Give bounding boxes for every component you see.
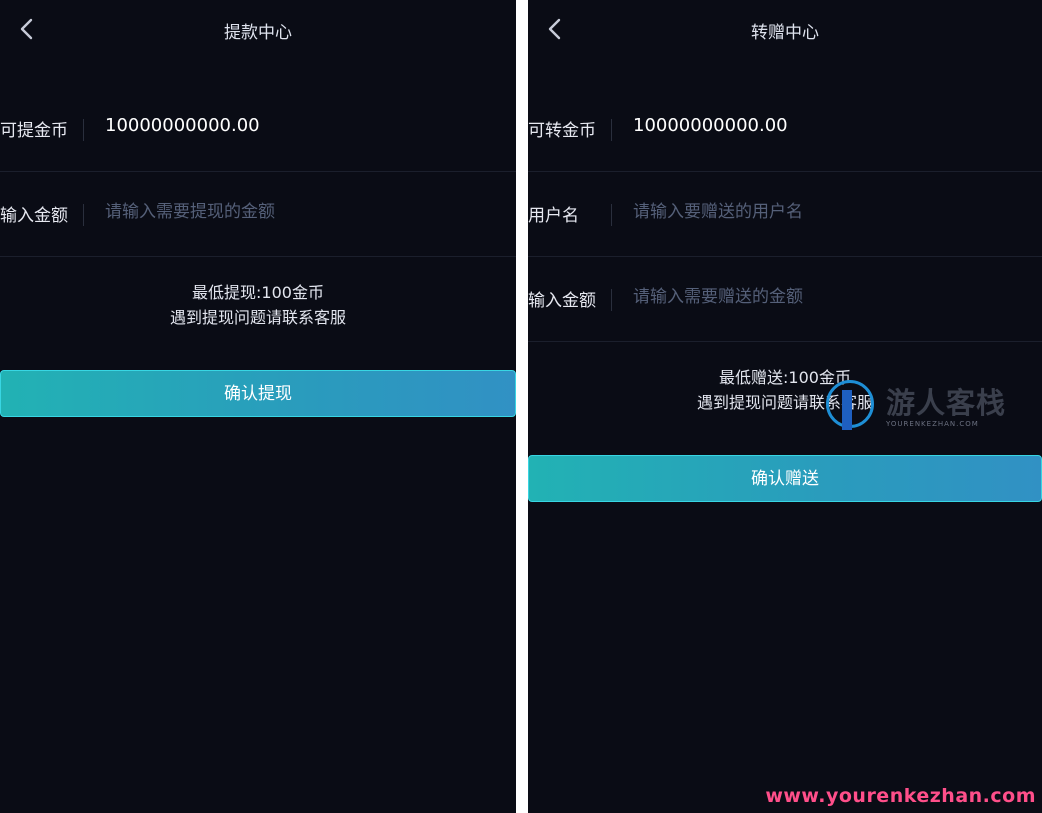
withdraw-amount-row: 输入金额 — [0, 171, 516, 257]
transfer-amount-input[interactable] — [633, 282, 1013, 312]
username-input[interactable] — [633, 197, 1013, 227]
watermark-logo: 游人客栈 YOURENKEZHAN.COM — [826, 378, 1026, 438]
transfer-amount-row: 输入金额 — [528, 256, 1042, 342]
confirm-withdraw-button[interactable]: 确认提现 — [0, 370, 516, 417]
contact-support-note: 遇到提现问题请联系客服 — [169, 308, 346, 327]
watermark-sub: YOURENKEZHAN.COM — [886, 420, 979, 428]
confirm-transfer-button[interactable]: 确认赠送 — [528, 455, 1042, 502]
row-divider — [611, 289, 612, 311]
row-divider — [83, 119, 84, 141]
withdraw-amount-input[interactable] — [105, 197, 485, 227]
available-coins-label: 可提金币 — [0, 121, 68, 141]
transferable-coins-row: 可转金币 10000000000.00 — [528, 86, 1042, 172]
available-coins-value: 10000000000.00 — [105, 115, 260, 136]
page-title: 提款中心 — [224, 23, 292, 43]
transfer-header: 转赠中心 — [528, 0, 1042, 58]
page-title: 转赠中心 — [751, 23, 819, 43]
row-divider — [611, 204, 612, 226]
watermark-brand: 游人客栈 — [886, 386, 1007, 420]
row-divider — [611, 119, 612, 141]
transferable-coins-label: 可转金币 — [528, 121, 596, 141]
available-coins-row: 可提金币 10000000000.00 — [0, 86, 516, 172]
watermark-site-url: www.yourenkezhan.com — [765, 785, 1036, 807]
username-row: 用户名 — [528, 171, 1042, 257]
row-divider — [83, 204, 84, 226]
watermark-bar-icon — [842, 390, 852, 430]
username-label: 用户名 — [528, 206, 579, 226]
withdraw-notes: 最低提现:100金币 遇到提现问题请联系客服 — [0, 280, 516, 330]
withdraw-header: 提款中心 — [0, 0, 516, 58]
transfer-amount-label: 输入金额 — [528, 291, 596, 311]
transferable-coins-value: 10000000000.00 — [633, 115, 788, 136]
withdraw-amount-label: 输入金额 — [0, 206, 68, 226]
withdraw-panel: 提款中心 可提金币 10000000000.00 输入金额 最低提现:100金币… — [0, 0, 516, 813]
min-withdraw-note: 最低提现:100金币 — [192, 283, 324, 302]
